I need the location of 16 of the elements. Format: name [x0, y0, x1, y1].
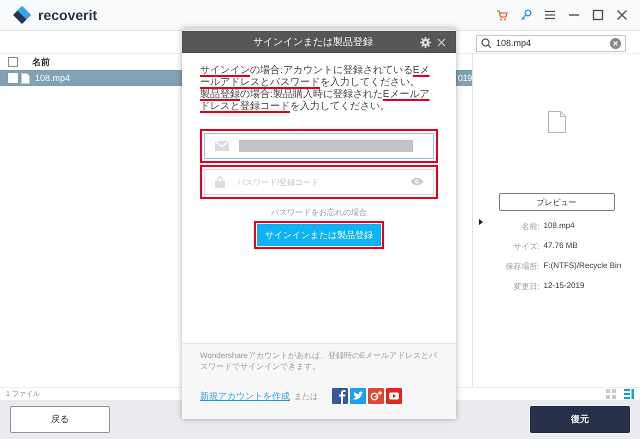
dialog-title: サインインまたは製品登録 [252, 36, 374, 49]
detail-label: 変更日: [513, 281, 540, 292]
detail-value: 47.76 MB [544, 241, 579, 252]
file-date: 019 [458, 73, 472, 83]
detail-label: 名前: [521, 221, 540, 232]
app-logo-text: recoverit [38, 7, 98, 23]
instruction-text: 製品登録の場合:製品購入時に登録されたEメールアドレスと登録コード を入力してください。 [200, 89, 430, 113]
detail-label: サイズ: [513, 241, 540, 252]
detail-label: 保存場所: [505, 261, 540, 272]
detail-value: 108.mp4 [544, 221, 576, 232]
detail-value: 12-15-2019 [544, 281, 586, 292]
detail-value: F:(NTFS)/Recycle Bin [544, 261, 622, 272]
instruction-text: サインインの場合:アカウントに登録されているEメールアドレスとパスワード を入力してください。 [200, 65, 430, 88]
file-name: 108.mp4 [35, 73, 70, 83]
account-note: Wondershareアカウントがあれば、登録時のEメールアドレスとパスワードでサインインできます。 [200, 350, 438, 372]
or-text: または [294, 390, 318, 402]
